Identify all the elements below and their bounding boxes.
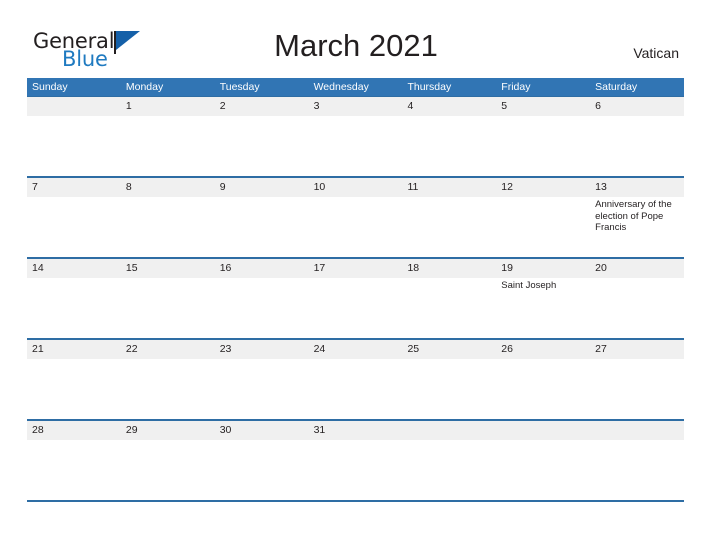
day-event[interactable] <box>402 440 496 500</box>
day-event[interactable] <box>309 440 403 500</box>
day-event[interactable] <box>402 359 496 419</box>
day-number[interactable]: 13 <box>590 178 684 197</box>
day-number[interactable]: 7 <box>27 178 121 197</box>
week-row: 1 2 3 4 5 6 <box>27 96 684 178</box>
weekday-header-row: Sunday Monday Tuesday Wednesday Thursday… <box>27 78 684 96</box>
day-number[interactable] <box>27 97 121 116</box>
day-event[interactable] <box>121 359 215 419</box>
day-event[interactable] <box>215 278 309 338</box>
day-event[interactable] <box>215 116 309 176</box>
day-number[interactable]: 14 <box>27 259 121 278</box>
week-date-band: 28 29 30 31 <box>27 421 684 440</box>
week-row: 28 29 30 31 <box>27 421 684 502</box>
week-event-band <box>27 440 684 500</box>
day-number[interactable]: 26 <box>496 340 590 359</box>
day-event[interactable] <box>27 197 121 257</box>
day-event[interactable] <box>402 278 496 338</box>
day-number[interactable]: 16 <box>215 259 309 278</box>
day-event[interactable] <box>309 359 403 419</box>
day-number[interactable]: 30 <box>215 421 309 440</box>
day-number[interactable]: 22 <box>121 340 215 359</box>
day-number[interactable]: 31 <box>309 421 403 440</box>
week-date-band: 21 22 23 24 25 26 27 <box>27 340 684 359</box>
day-event[interactable] <box>27 359 121 419</box>
day-event[interactable] <box>215 197 309 257</box>
day-event[interactable] <box>121 278 215 338</box>
day-number[interactable]: 20 <box>590 259 684 278</box>
day-event[interactable] <box>121 440 215 500</box>
weekday-sunday: Sunday <box>32 81 68 93</box>
day-event[interactable]: Anniversary of the election of Pope Fran… <box>590 197 684 257</box>
day-event[interactable] <box>215 440 309 500</box>
day-number[interactable]: 9 <box>215 178 309 197</box>
week-row: 21 22 23 24 25 26 27 <box>27 340 684 421</box>
day-event[interactable]: Saint Joseph <box>496 278 590 338</box>
calendar-grid: Sunday Monday Tuesday Wednesday Thursday… <box>27 78 684 502</box>
day-event[interactable] <box>496 197 590 257</box>
week-date-band: 14 15 16 17 18 19 20 <box>27 259 684 278</box>
day-event[interactable] <box>402 197 496 257</box>
day-number[interactable]: 19 <box>496 259 590 278</box>
week-row: 7 8 9 10 11 12 13 Anniversary of the ele… <box>27 178 684 259</box>
day-event[interactable] <box>27 278 121 338</box>
week-row: 14 15 16 17 18 19 20 Saint Joseph <box>27 259 684 340</box>
day-number[interactable]: 2 <box>215 97 309 116</box>
day-event[interactable] <box>590 116 684 176</box>
day-number[interactable]: 15 <box>121 259 215 278</box>
day-number[interactable] <box>402 421 496 440</box>
country-label: Vatican <box>633 45 679 61</box>
day-number[interactable]: 28 <box>27 421 121 440</box>
day-number[interactable]: 29 <box>121 421 215 440</box>
day-event[interactable] <box>121 197 215 257</box>
day-number[interactable]: 25 <box>402 340 496 359</box>
page-header: General Blue March 2021 Vatican <box>0 0 712 78</box>
day-event[interactable] <box>496 359 590 419</box>
day-number[interactable]: 1 <box>121 97 215 116</box>
day-event[interactable] <box>496 116 590 176</box>
day-number[interactable]: 21 <box>27 340 121 359</box>
day-number[interactable]: 23 <box>215 340 309 359</box>
day-event[interactable] <box>496 440 590 500</box>
day-event[interactable] <box>309 116 403 176</box>
day-event[interactable] <box>590 278 684 338</box>
day-number[interactable]: 12 <box>496 178 590 197</box>
day-event[interactable] <box>590 359 684 419</box>
day-event[interactable] <box>27 440 121 500</box>
page-title: March 2021 <box>274 28 438 63</box>
day-number[interactable]: 5 <box>496 97 590 116</box>
day-number[interactable]: 24 <box>309 340 403 359</box>
day-number[interactable]: 4 <box>402 97 496 116</box>
week-event-band <box>27 116 684 176</box>
week-event-band: Anniversary of the election of Pope Fran… <box>27 197 684 257</box>
week-event-band <box>27 359 684 419</box>
weekday-friday: Friday <box>501 81 531 93</box>
weekday-wednesday: Wednesday <box>313 81 369 93</box>
day-event[interactable] <box>215 359 309 419</box>
weekday-monday: Monday <box>125 81 164 93</box>
day-number[interactable] <box>496 421 590 440</box>
day-number[interactable]: 17 <box>309 259 403 278</box>
day-number[interactable]: 18 <box>402 259 496 278</box>
day-number[interactable]: 11 <box>402 178 496 197</box>
day-event[interactable] <box>309 278 403 338</box>
day-number[interactable]: 8 <box>121 178 215 197</box>
day-number[interactable]: 10 <box>309 178 403 197</box>
week-event-band: Saint Joseph <box>27 278 684 338</box>
calendar-page: General Blue March 2021 Vatican Sunday M… <box>0 0 712 550</box>
day-number[interactable]: 3 <box>309 97 403 116</box>
day-number[interactable]: 6 <box>590 97 684 116</box>
weekday-saturday: Saturday <box>595 81 638 93</box>
day-event[interactable] <box>27 116 121 176</box>
day-event[interactable] <box>309 197 403 257</box>
day-number[interactable] <box>590 421 684 440</box>
week-date-band: 1 2 3 4 5 6 <box>27 97 684 116</box>
day-event[interactable] <box>590 440 684 500</box>
weekday-thursday: Thursday <box>407 81 452 93</box>
weekday-tuesday: Tuesday <box>219 81 260 93</box>
week-date-band: 7 8 9 10 11 12 13 <box>27 178 684 197</box>
day-event[interactable] <box>402 116 496 176</box>
day-number[interactable]: 27 <box>590 340 684 359</box>
day-event[interactable] <box>121 116 215 176</box>
